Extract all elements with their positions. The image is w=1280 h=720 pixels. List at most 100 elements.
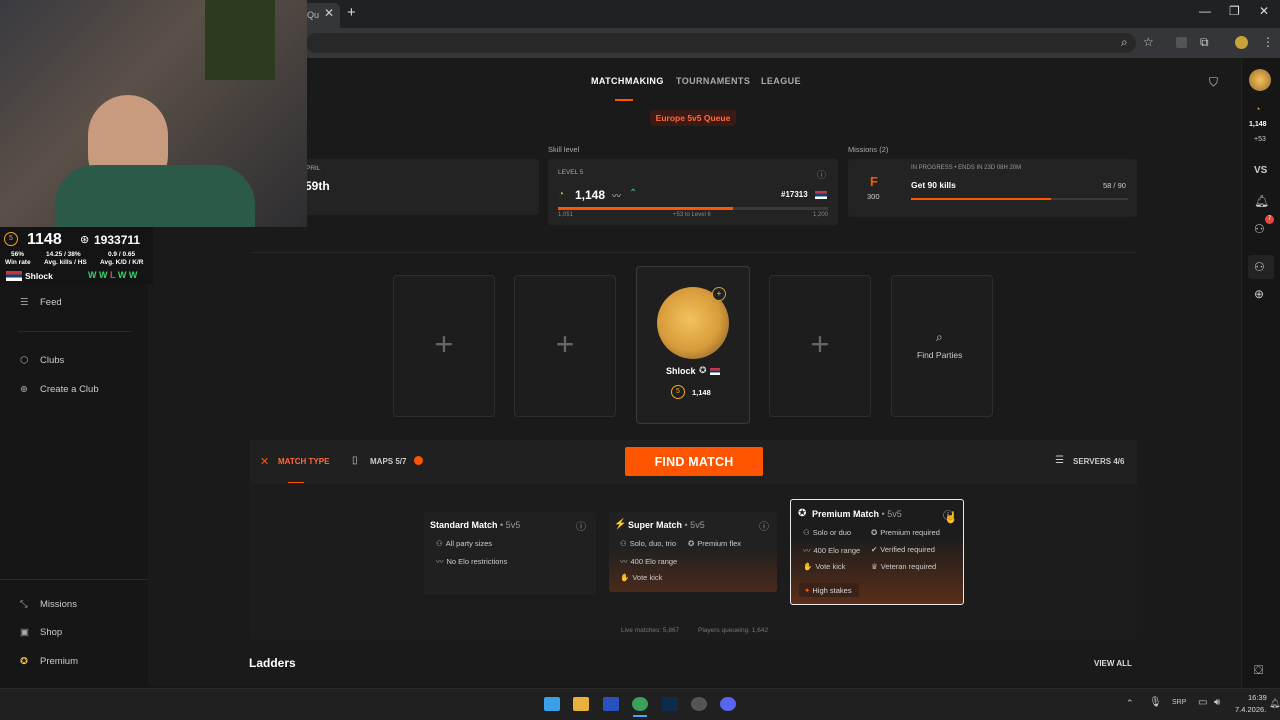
clock-date[interactable]: 7.4.2026. [1235, 705, 1266, 714]
party-icon[interactable]: ⚇ [1254, 260, 1265, 274]
serbia-flag-icon [710, 368, 720, 375]
microphone-icon[interactable]: 🎙︎ [1149, 697, 1162, 708]
maps-alert-dot [414, 456, 423, 465]
feed-icon: ☰ [20, 297, 29, 308]
shop-icon: ▣ [20, 627, 29, 638]
sidebar-item-clubs[interactable]: ⬡ Clubs [20, 355, 64, 366]
feature-item: ♛ Veteran required [871, 562, 937, 571]
chrome-icon[interactable] [632, 697, 648, 711]
feature-item: 〰 400 Elo range [803, 546, 861, 555]
vs-icon[interactable]: VS [1254, 165, 1267, 176]
add-circle-icon[interactable]: ⊕ [1254, 287, 1264, 301]
overlay-elo: 1148 [27, 231, 62, 248]
trend-icon: 〰 [612, 191, 622, 201]
sidebar-item-feed[interactable]: ☰ Feed [20, 297, 62, 308]
friends-icon[interactable]: ⚇ [1254, 222, 1265, 236]
start-icon[interactable] [544, 697, 560, 711]
user-avatar[interactable] [1249, 69, 1271, 91]
divider [250, 252, 1137, 253]
sidebar-item-create-club[interactable]: ⊕ Create a Club [20, 384, 99, 395]
recent-form: W W L W W [88, 270, 137, 280]
match-type-icon: ✕ [260, 456, 270, 468]
chat-drawer-icon[interactable]: ⛋ [1254, 663, 1263, 678]
info-icon[interactable]: ⓘ [817, 168, 826, 181]
rail-elo-delta: +53 [1254, 136, 1266, 143]
add-player-icon: + [434, 326, 454, 362]
network-icon[interactable]: ▭ [1198, 697, 1207, 708]
chevron-up-icon[interactable]: ⌃ [1126, 698, 1134, 709]
points-icon: ⊛ [80, 234, 90, 246]
url-field[interactable] [306, 33, 1136, 53]
kills: 14.25 / 38% [46, 251, 81, 258]
app-v-icon[interactable] [603, 697, 619, 711]
notification-bell-icon[interactable]: 🔔︎ [1269, 698, 1280, 709]
sidebar-item-premium[interactable]: ✪ Premium [20, 656, 78, 667]
bookmark-star-icon[interactable]: ☆ [1143, 35, 1154, 49]
extensions-puzzle-icon[interactable]: ⧉ [1200, 35, 1209, 50]
divider [18, 331, 132, 332]
tab-matchmaking[interactable]: MATCHMAKING [591, 76, 664, 86]
mission-status: IN PROGRESS • ENDS IN 23D 08H 20M [911, 165, 1022, 171]
form-result: L [110, 270, 116, 280]
missions-icon: ⤡ [20, 599, 28, 610]
tab-close-icon[interactable]: ✕ [324, 6, 334, 20]
feature-item: ✔ Verified required [871, 545, 935, 554]
feature-item: ✋ Vote kick [803, 562, 846, 571]
find-parties-slot[interactable] [891, 275, 993, 417]
super-match-title: Super Match • 5v5 [628, 520, 705, 530]
profile-avatar-icon[interactable] [1235, 36, 1248, 49]
view-all-link[interactable]: VIEW ALL [1094, 659, 1132, 668]
extension-icon[interactable] [1176, 37, 1187, 48]
party-slot-empty[interactable]: + [514, 275, 616, 417]
sidebar-item-missions[interactable]: ⤡ Missions [20, 599, 77, 610]
new-tab-button[interactable]: + [347, 4, 356, 21]
elo-min: 1,051 [558, 212, 574, 218]
tab-tournaments[interactable]: TOURNAMENTS [676, 76, 750, 86]
sidebar-item-shop[interactable]: ▣ Shop [20, 627, 62, 638]
info-icon[interactable]: ⓘ [576, 518, 586, 533]
kills-label: Avg. kills / HS [44, 259, 87, 266]
minimize-button[interactable]: — [1199, 4, 1211, 18]
season-label: PRIL [306, 165, 321, 172]
map-icon: ▯ [352, 455, 358, 466]
shield-icon[interactable]: ⛉ [1209, 75, 1218, 90]
mission-grade: F [870, 174, 878, 189]
steam-icon[interactable] [691, 697, 707, 711]
feature-item: ⚇ Solo, duo, trio [620, 539, 677, 548]
elo-max: 1,200 [813, 212, 829, 218]
language-indicator[interactable]: SRP [1172, 699, 1186, 706]
zoom-icon[interactable]: ⌕ [1121, 35, 1128, 50]
discord-icon[interactable] [720, 697, 736, 711]
elo-progress-fill [558, 207, 733, 210]
form-result: W [88, 270, 97, 280]
servers-tab[interactable]: SERVERS 4/6 [1073, 457, 1124, 466]
player-rank: #17313 [781, 190, 808, 199]
kd: 0.9 / 0.65 [108, 251, 136, 258]
feature-item: ⚇ All party sizes [436, 539, 492, 548]
queue-badge[interactable]: Europe 5v5 Queue [650, 110, 736, 126]
find-match-button[interactable]: FIND MATCH [625, 447, 763, 476]
super-match-icon: ⚡ [614, 519, 627, 530]
party-slot-empty[interactable]: + [769, 275, 871, 417]
bell-icon[interactable]: 🔔︎ [1254, 194, 1269, 208]
browser-menu-icon[interactable]: ⋮ [1262, 35, 1274, 49]
info-icon[interactable]: ⓘ [759, 518, 769, 533]
tab-league[interactable]: LEAGUE [761, 76, 801, 86]
party-slot-empty[interactable]: + [393, 275, 495, 417]
feature-item: 〰 No Elo restrictions [436, 557, 508, 566]
clubs-icon: ⬡ [20, 355, 29, 366]
form-result: W [99, 270, 108, 280]
match-type-tab[interactable]: MATCH TYPE [278, 457, 329, 466]
restore-button[interactable]: ❐ [1229, 4, 1240, 18]
plus-circle-icon: ⊕ [20, 384, 28, 395]
maps-tab[interactable]: MAPS 5/7 [370, 457, 406, 466]
volume-icon[interactable]: 🔊︎ [1214, 697, 1220, 708]
clock-time[interactable]: 16:39 [1248, 693, 1267, 702]
fire-icon: ✦ [804, 586, 811, 595]
photoshop-icon[interactable] [662, 697, 678, 711]
add-player-icon: + [810, 326, 830, 362]
mission-progress-fill [911, 198, 1051, 200]
form-result: W [128, 270, 138, 280]
file-explorer-icon[interactable] [573, 697, 589, 711]
window-close-button[interactable]: ✕ [1259, 4, 1269, 18]
